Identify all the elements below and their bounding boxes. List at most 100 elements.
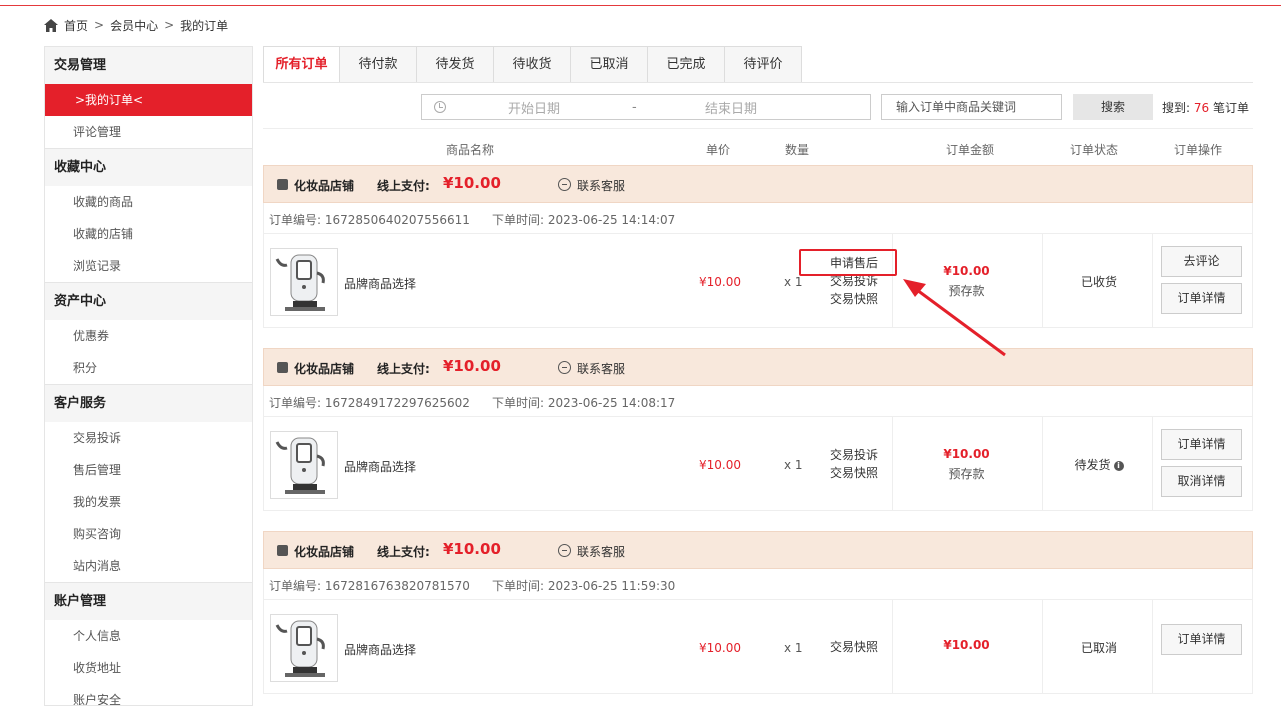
payment-amount: ¥10.00 <box>443 540 501 558</box>
payment-amount: ¥10.00 <box>443 357 501 375</box>
top-accent-line <box>0 5 1281 6</box>
product-name[interactable]: 品牌商品选择 <box>344 275 416 292</box>
shop-icon <box>277 545 288 556</box>
order-header: 化妆品店铺 线上支付: ¥10.00 联系客服 <box>263 531 1253 569</box>
unit-price: ¥10.00 <box>699 275 741 289</box>
product-name[interactable]: 品牌商品选择 <box>344 641 416 658</box>
sidebar-group-title: 资产中心 <box>45 282 252 320</box>
order-time: 下单时间: 2023-06-25 11:59:30 <box>492 579 676 593</box>
order-op-button[interactable]: 订单详情 <box>1161 283 1242 314</box>
payment-method: 预存款 <box>948 467 985 481</box>
result-number: 76 <box>1193 101 1210 115</box>
after-sale-highlight-box <box>799 249 897 276</box>
sidebar-item[interactable]: >我的订单< <box>45 84 252 116</box>
divider <box>892 417 893 510</box>
breadcrumb-separator: > <box>164 18 175 32</box>
sidebar-item[interactable]: 个人信息 <box>45 620 252 652</box>
headset-icon[interactable] <box>558 178 571 191</box>
order-action-link[interactable]: 交易快照 <box>830 290 878 308</box>
order-total: ¥10.00 <box>943 264 990 278</box>
breadcrumb-member[interactable]: 会员中心 <box>110 17 158 34</box>
order-time: 下单时间: 2023-06-25 14:14:07 <box>492 213 676 227</box>
shop-name[interactable]: 化妆品店铺 <box>294 543 354 560</box>
search-button[interactable]: 搜索 <box>1073 94 1153 120</box>
shop-icon <box>277 179 288 190</box>
product-thumbnail[interactable] <box>270 248 338 316</box>
order-action-link[interactable]: 交易快照 <box>830 464 878 482</box>
shop-name[interactable]: 化妆品店铺 <box>294 177 354 194</box>
sidebar-item[interactable]: 收藏的店铺 <box>45 218 252 250</box>
product-thumbnail[interactable] <box>270 431 338 499</box>
order-body: 品牌商品选择 ¥10.00 x 1 申请售后 交易投诉 交易快照 ¥10.00 预存… <box>263 234 1253 328</box>
sidebar-item[interactable]: 收货地址 <box>45 652 252 684</box>
order-tab[interactable]: 待评价 <box>725 46 802 83</box>
contact-service-link[interactable]: 联系客服 <box>577 543 625 560</box>
product-thumbnail[interactable] <box>270 614 338 682</box>
payment-label: 线上支付: <box>377 179 430 193</box>
order-action-link[interactable]: 交易投诉 <box>830 446 878 464</box>
sidebar-item[interactable]: 站内消息 <box>45 550 252 582</box>
sidebar-item[interactable]: 购买咨询 <box>45 518 252 550</box>
payment-amount: ¥10.00 <box>443 174 501 192</box>
order-tab[interactable]: 所有订单 <box>263 46 340 83</box>
col-order-amount: 订单金额 <box>946 143 995 157</box>
order-info-row: 订单编号: 1672849172297625602 下单时间: 2023-06-… <box>263 386 1253 417</box>
sidebar-item[interactable]: 交易投诉 <box>45 422 252 454</box>
keyword-search-input[interactable]: 输入订单中商品关键词 <box>881 94 1062 120</box>
order-op-button[interactable]: 订单详情 <box>1161 429 1242 460</box>
col-product-name: 商品名称 <box>446 143 495 157</box>
product-image <box>271 249 337 315</box>
divider <box>1042 600 1043 693</box>
payment-label: 线上支付: <box>377 545 430 559</box>
sidebar-group-title: 账户管理 <box>45 582 252 620</box>
order-total: ¥10.00 <box>943 447 990 461</box>
payment-label: 线上支付: <box>377 362 430 376</box>
order-card: 化妆品店铺 线上支付: ¥10.00 联系客服 订单编号: 1672816763… <box>263 531 1253 694</box>
divider <box>1152 600 1153 693</box>
headset-icon[interactable] <box>558 544 571 557</box>
headset-icon[interactable] <box>558 361 571 374</box>
order-tab[interactable]: 待付款 <box>340 46 417 83</box>
order-tab[interactable]: 已取消 <box>571 46 648 83</box>
date-range-picker[interactable]: 开始日期 - 结束日期 <box>421 94 871 120</box>
order-card: 化妆品店铺 线上支付: ¥10.00 联系客服 订单编号: 1672849172… <box>263 348 1253 511</box>
order-tab[interactable]: 待发货 <box>417 46 494 83</box>
sidebar-item[interactable]: 我的发票 <box>45 486 252 518</box>
unit-price: ¥10.00 <box>699 458 741 472</box>
order-op-button[interactable]: 取消详情 <box>1161 466 1242 497</box>
order-action-link[interactable]: 交易快照 <box>830 638 878 656</box>
start-date-input[interactable]: 开始日期 <box>508 98 560 117</box>
column-headers: 商品名称 单价 数量 订单金额 订单状态 订单操作 <box>263 128 1253 166</box>
shop-icon <box>277 362 288 373</box>
quantity: x 1 <box>784 458 803 472</box>
result-prefix: 搜到: <box>1162 101 1191 115</box>
home-icon[interactable] <box>44 18 58 32</box>
product-name[interactable]: 品牌商品选择 <box>344 458 416 475</box>
sidebar-item[interactable]: 收藏的商品 <box>45 186 252 218</box>
sidebar-item[interactable]: 积分 <box>45 352 252 384</box>
contact-service-link[interactable]: 联系客服 <box>577 177 625 194</box>
contact-service-link[interactable]: 联系客服 <box>577 360 625 377</box>
divider <box>892 234 893 327</box>
sidebar: 交易管理 >我的订单< 评论管理 收藏中心 收藏的商品 收藏的店铺 浏览记录 资产中心 优惠券积… <box>44 46 253 706</box>
sidebar-item[interactable]: 售后管理 <box>45 454 252 486</box>
order-op-button[interactable]: 去评论 <box>1161 246 1242 277</box>
order-tab[interactable]: 待收货 <box>494 46 571 83</box>
breadcrumb-home[interactable]: 首页 <box>64 17 88 34</box>
order-op-button[interactable]: 订单详情 <box>1161 624 1242 655</box>
sidebar-item[interactable]: 评论管理 <box>45 116 252 148</box>
order-info-row: 订单编号: 1672816763820781570 下单时间: 2023-06-… <box>263 569 1253 600</box>
end-date-input[interactable]: 结束日期 <box>705 98 757 117</box>
shop-name[interactable]: 化妆品店铺 <box>294 360 354 377</box>
info-icon[interactable]: i <box>1113 460 1124 471</box>
sidebar-item[interactable]: 优惠券 <box>45 320 252 352</box>
order-status: 已收货 <box>1044 273 1154 290</box>
order-tab[interactable]: 已完成 <box>648 46 725 83</box>
divider <box>1152 234 1153 327</box>
order-header: 化妆品店铺 线上支付: ¥10.00 联系客服 <box>263 165 1253 203</box>
sidebar-item[interactable]: 浏览记录 <box>45 250 252 282</box>
order-actions: 交易投诉 交易快照 <box>830 446 878 482</box>
order-header: 化妆品店铺 线上支付: ¥10.00 联系客服 <box>263 348 1253 386</box>
order-info-row: 订单编号: 1672850640207556611 下单时间: 2023-06-… <box>263 203 1253 234</box>
order-status: 已取消 <box>1044 639 1154 656</box>
